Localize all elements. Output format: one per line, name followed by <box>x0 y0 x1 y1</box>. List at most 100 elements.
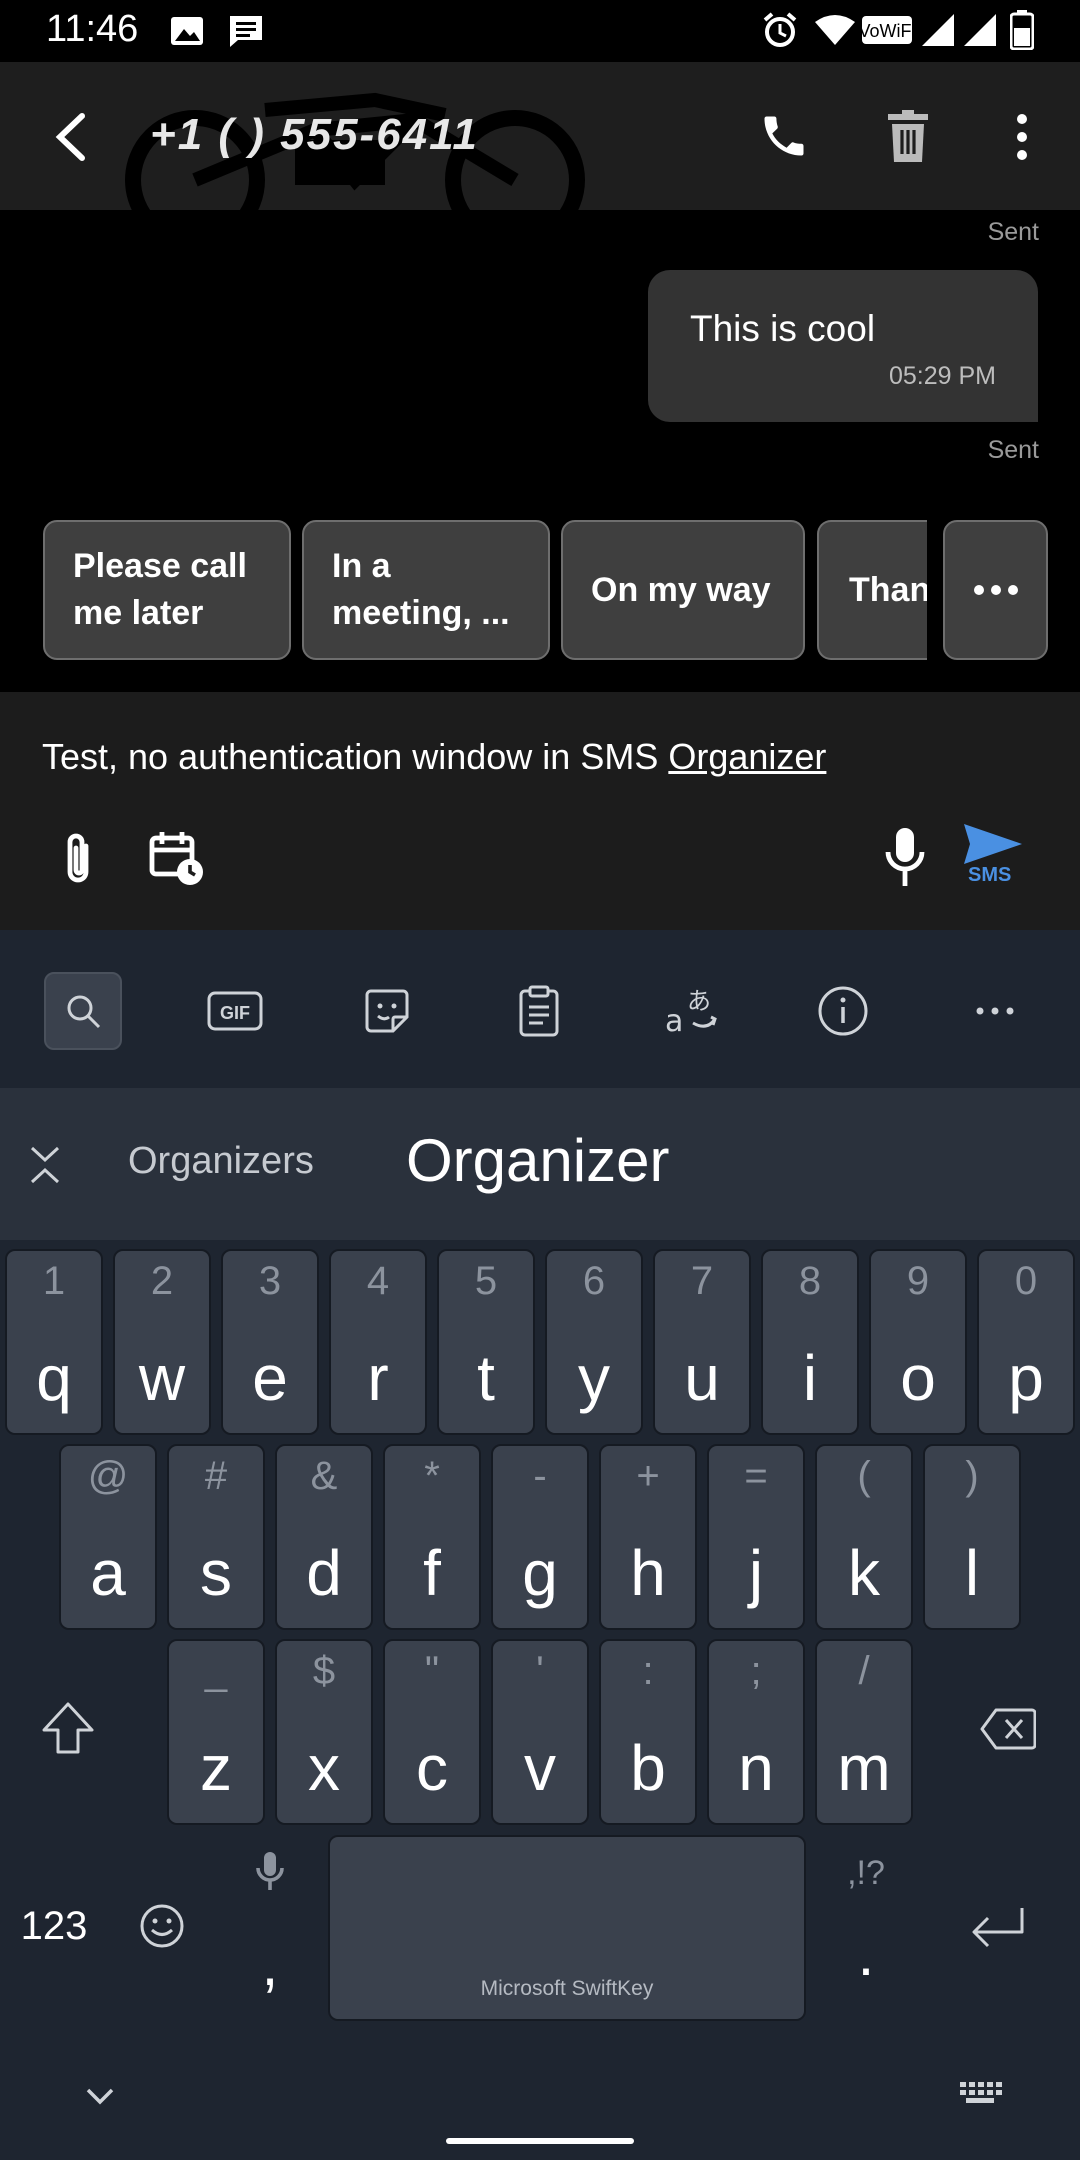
send-sms-button[interactable]: SMS <box>962 822 1028 902</box>
suggestion-item-selected[interactable]: Organizer <box>406 1126 669 1195</box>
sent-message-bubble[interactable]: This is cool 05:29 PM <box>648 270 1038 422</box>
key-hint: 3 <box>258 1259 282 1303</box>
key-letter: f <box>423 1537 441 1609</box>
key-x[interactable]: $ x <box>275 1639 373 1825</box>
key-hint: 5 <box>474 1259 498 1303</box>
keyboard-keys: 1q2w3e4r5t6y7u8i9o0p @ a # s & d * f - g + h = j(k) l … <box>0 1240 1080 2160</box>
contact-name: +1 ( ) 555-6411 <box>150 110 479 159</box>
svg-text:あ: あ <box>687 987 711 1015</box>
key-hint: $ <box>312 1649 336 1693</box>
key-s[interactable]: # s <box>167 1444 265 1630</box>
key-letter: l <box>964 1537 980 1609</box>
emoji-icon[interactable] <box>138 1902 186 1950</box>
svg-text:a: a <box>665 1004 683 1037</box>
wifi-icon <box>815 14 855 46</box>
more-options-icon[interactable] <box>1012 112 1032 162</box>
microphone-icon[interactable] <box>884 826 926 888</box>
attach-icon[interactable] <box>60 832 96 888</box>
key-q[interactable]: 1q <box>5 1249 103 1435</box>
key-j[interactable]: = j <box>707 1444 805 1630</box>
key-hint: ) <box>965 1454 979 1498</box>
key-hint: ' <box>536 1649 544 1693</box>
back-arrow-icon[interactable] <box>50 112 90 162</box>
info-icon[interactable] <box>804 972 882 1050</box>
key-e[interactable]: 3e <box>221 1249 319 1435</box>
keyboard-switch-icon[interactable] <box>958 2080 1002 2112</box>
voice-input-icon[interactable] <box>256 1852 284 1892</box>
key-c[interactable]: " c <box>383 1639 481 1825</box>
suggestion-item[interactable]: Organizers <box>128 1140 314 1183</box>
key-d[interactable]: & d <box>275 1444 373 1630</box>
schedule-message-icon[interactable] <box>148 830 204 886</box>
suggestion-bar: Organizers Organizer <box>0 1088 1080 1240</box>
key-letter: u <box>684 1342 720 1414</box>
key-t[interactable]: 5t <box>437 1249 535 1435</box>
quick-reply-chip[interactable]: Than <box>817 520 927 660</box>
key-letter: y <box>578 1342 610 1414</box>
key-p[interactable]: 0p <box>977 1249 1075 1435</box>
key-l[interactable]: ) l <box>923 1444 1021 1630</box>
signal-icon <box>920 12 956 48</box>
comma-key[interactable]: , <box>250 1930 290 1999</box>
key-i[interactable]: 8i <box>761 1249 859 1435</box>
call-icon[interactable] <box>758 110 810 162</box>
more-horizontal-icon[interactable] <box>956 972 1034 1050</box>
translate-icon[interactable]: aあ <box>652 972 730 1050</box>
hide-keyboard-icon[interactable] <box>84 2086 116 2108</box>
status-bar: 11:46 VoWiFi <box>0 0 1080 62</box>
more-replies-button[interactable] <box>943 520 1048 660</box>
quick-reply-chip[interactable]: On my way <box>561 520 805 660</box>
key-hint: 7 <box>690 1259 714 1303</box>
key-letter: h <box>630 1537 666 1609</box>
key-letter: e <box>252 1342 288 1414</box>
clipboard-icon[interactable] <box>500 972 578 1050</box>
delete-icon[interactable] <box>886 110 930 162</box>
quick-reply-chip[interactable]: In a meeting, ... <box>302 520 550 660</box>
key-letter: j <box>748 1537 764 1609</box>
shift-icon[interactable] <box>40 1700 96 1756</box>
more-horizontal-icon <box>973 585 1018 595</box>
keyboard-search-icon[interactable] <box>44 972 122 1050</box>
key-r[interactable]: 4r <box>329 1249 427 1435</box>
key-hint: & <box>310 1454 338 1498</box>
space-bar-label: Microsoft SwiftKey <box>480 1977 654 2000</box>
send-icon <box>964 824 1022 864</box>
key-h[interactable]: + h <box>599 1444 697 1630</box>
key-z[interactable]: _ z <box>167 1639 265 1825</box>
key-n[interactable]: ; n <box>707 1639 805 1825</box>
period-key[interactable]: . <box>846 1920 886 1989</box>
sent-status-label: Sent <box>987 436 1039 464</box>
numbers-key[interactable]: 123 <box>14 1904 94 1949</box>
message-input[interactable]: Test, no authentication window in SMS Or… <box>42 736 826 778</box>
key-hint: " <box>424 1649 440 1693</box>
sticker-icon[interactable] <box>348 972 426 1050</box>
collapse-icon[interactable] <box>28 1144 62 1186</box>
gesture-nav-bar[interactable] <box>446 2138 634 2144</box>
key-y[interactable]: 6y <box>545 1249 643 1435</box>
key-f[interactable]: * f <box>383 1444 481 1630</box>
key-letter: q <box>36 1342 72 1414</box>
key-u[interactable]: 7u <box>653 1249 751 1435</box>
key-w[interactable]: 2w <box>113 1249 211 1435</box>
svg-text:GIF: GIF <box>220 1003 250 1023</box>
key-m[interactable]: / m <box>815 1639 913 1825</box>
key-letter: r <box>367 1342 389 1414</box>
key-o[interactable]: 9o <box>869 1249 967 1435</box>
message-notification-icon <box>228 14 264 48</box>
backspace-icon[interactable] <box>980 1708 1036 1750</box>
key-b[interactable]: :b <box>599 1639 697 1825</box>
alarm-icon <box>762 12 798 48</box>
key-v[interactable]: ' v <box>491 1639 589 1825</box>
enter-icon[interactable] <box>970 1904 1026 1952</box>
key-a[interactable]: @ a <box>59 1444 157 1630</box>
quick-reply-chip[interactable]: Please call me later <box>43 520 291 660</box>
key-k[interactable]: (k <box>815 1444 913 1630</box>
punctuation-hint: ,!? <box>847 1854 885 1892</box>
draft-current-word: Organizer <box>668 736 827 777</box>
key-letter: v <box>524 1732 556 1804</box>
space-bar[interactable]: Microsoft SwiftKey <box>328 1835 806 2021</box>
svg-text:VoWiFi: VoWiFi <box>862 21 912 41</box>
key-hint: = <box>744 1454 768 1498</box>
key-g[interactable]: -g <box>491 1444 589 1630</box>
gif-icon[interactable]: GIF <box>196 972 274 1050</box>
